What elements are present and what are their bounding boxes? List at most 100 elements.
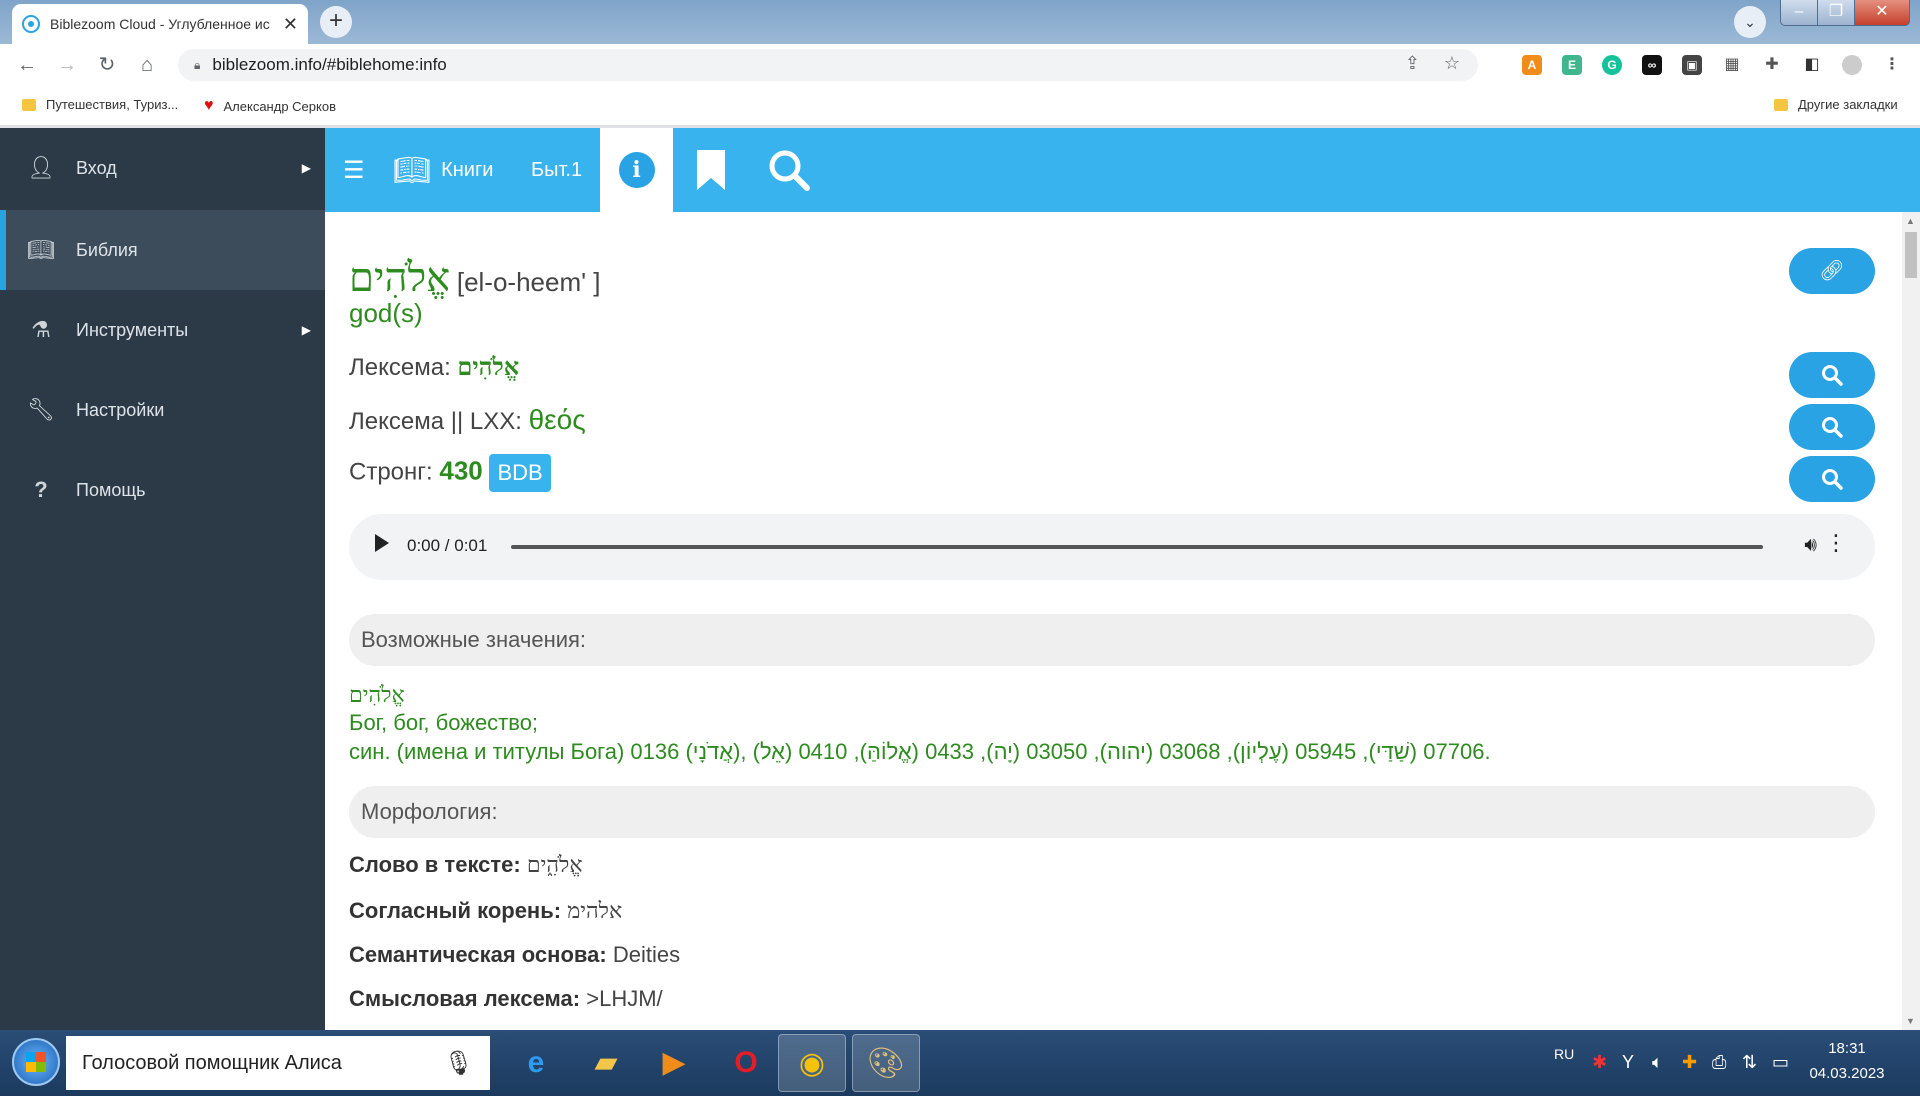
- hamburger-menu-icon[interactable]: ☰: [343, 128, 365, 212]
- sidebar-item-login[interactable]: 👤︎ Вход ▶: [0, 128, 325, 208]
- meaning-definition: Бог, бог, божество;: [349, 710, 539, 735]
- scroll-up-arrow-icon[interactable]: ▲: [1906, 216, 1915, 226]
- address-bar[interactable]: 🔒︎ biblezoom.info/#biblehome:info ⇪ ☆: [178, 49, 1478, 81]
- browser-tab[interactable]: Biblezoom Cloud - Углубленное ис ✕: [12, 4, 308, 44]
- strong-number[interactable]: 430: [439, 455, 482, 485]
- scrollbar-thumb[interactable]: [1905, 232, 1917, 278]
- internet-explorer-icon[interactable]: e: [502, 1034, 570, 1092]
- home-icon[interactable]: ⌂: [135, 53, 159, 77]
- extensions-puzzle-icon[interactable]: ✚: [1762, 55, 1782, 75]
- info-icon: i: [618, 152, 655, 188]
- windows-logo-icon: [26, 1052, 46, 1072]
- browser-menu-icon[interactable]: ⋮: [1882, 55, 1902, 75]
- bookmark-serkov[interactable]: ♥ Александр Серков: [204, 97, 336, 115]
- flask-icon: ⚗: [31, 317, 51, 342]
- chrome-icon[interactable]: ◉: [778, 1034, 846, 1092]
- forward-icon[interactable]: →: [55, 53, 79, 77]
- bookmark-travel[interactable]: Путешествия, Туриз...: [22, 97, 178, 112]
- window-minimize-button[interactable]: –: [1780, 0, 1818, 26]
- search-icon: [769, 150, 810, 191]
- morph-label: Слово в тексте:: [349, 852, 521, 877]
- close-tab-icon[interactable]: ✕: [283, 14, 298, 35]
- sidebar-item-bible[interactable]: 📖︎ Библия: [0, 210, 325, 290]
- copy-link-button[interactable]: 🔗︎: [1789, 248, 1875, 294]
- bookmark-button[interactable]: [695, 128, 727, 212]
- morph-value: אלהימ: [567, 899, 623, 924]
- bookmark-label: Путешествия, Туриз...: [46, 97, 179, 112]
- tray-notify-icon[interactable]: ✚: [1682, 1052, 1697, 1073]
- word-header: אֱלֹהִים [el-o-heem' ]: [349, 254, 601, 301]
- folder-icon: [22, 98, 36, 111]
- media-player-icon[interactable]: ▶: [640, 1034, 708, 1092]
- chapter-button[interactable]: Быт.1: [531, 128, 582, 212]
- sidebar-item-settings[interactable]: 🔧︎ Настройки: [0, 370, 325, 450]
- chapter-label: Быт.1: [531, 158, 583, 181]
- tab-search-button[interactable]: ⌄: [1734, 6, 1766, 38]
- tab-info[interactable]: i: [600, 128, 673, 212]
- yandex-icon[interactable]: Y: [1622, 1052, 1634, 1073]
- url-text: biblezoom.info/#biblehome:info: [212, 55, 447, 74]
- transliteration: [el-o-heem' ]: [456, 267, 601, 297]
- side-panel-icon[interactable]: ◧: [1802, 55, 1822, 75]
- profile-avatar[interactable]: [1842, 55, 1862, 75]
- assistant-label: Голосовой помощник Алиса: [82, 1051, 342, 1074]
- sidebar-item-help[interactable]: ? Помощь: [0, 450, 325, 530]
- bdb-button[interactable]: BDB: [489, 454, 551, 492]
- new-tab-button[interactable]: +: [320, 6, 352, 38]
- audio-player: 0:00 / 0:01 🔊︎ ⋮: [349, 514, 1875, 580]
- word-gloss: god(s): [349, 298, 423, 328]
- extension-grammarly-icon[interactable]: G: [1602, 55, 1622, 75]
- share-icon[interactable]: ⇪: [1405, 53, 1420, 74]
- reload-icon[interactable]: ↻: [95, 53, 119, 77]
- clock[interactable]: 18:31 04.03.2023: [1792, 1036, 1902, 1086]
- search-button[interactable]: [767, 128, 811, 212]
- sidebar: 👤︎ Вход ▶ 📖︎ Библия ⚗ Инструменты ▶ 🔧︎ Н…: [0, 128, 325, 1030]
- paint-icon[interactable]: 🎨︎: [852, 1034, 920, 1092]
- search-icon: [1822, 365, 1843, 386]
- extension-grid-icon[interactable]: ▦: [1722, 55, 1742, 75]
- lxx-search-button[interactable]: [1789, 404, 1875, 450]
- volume-icon[interactable]: 🔊︎: [1804, 534, 1817, 557]
- extension-glasses-icon[interactable]: ∞: [1642, 55, 1662, 75]
- sidebar-item-label: Библия: [76, 239, 138, 260]
- sidebar-item-label: Настройки: [76, 399, 165, 420]
- file-explorer-icon[interactable]: ▰: [572, 1034, 640, 1092]
- back-icon[interactable]: ←: [15, 53, 39, 77]
- morph-row: Согласный корень: אלהימ: [349, 898, 622, 924]
- heart-icon: ♥: [204, 97, 214, 114]
- other-bookmarks-label: Другие закладки: [1798, 97, 1898, 112]
- microphone-icon[interactable]: 🎙︎: [444, 1049, 474, 1078]
- lexeme-search-button[interactable]: [1789, 352, 1875, 398]
- scroll-down-arrow-icon[interactable]: ▼: [1906, 1016, 1915, 1026]
- language-indicator[interactable]: RU: [1554, 1046, 1574, 1062]
- morph-label: Смысловая лексема:: [349, 986, 581, 1011]
- sidebar-item-label: Инструменты: [76, 319, 189, 340]
- window-maximize-button[interactable]: ❐: [1817, 0, 1855, 26]
- tab-title: Biblezoom Cloud - Углубленное ис: [50, 16, 270, 32]
- more-options-icon[interactable]: ⋮: [1825, 530, 1847, 556]
- strong-search-button[interactable]: [1789, 456, 1875, 502]
- opera-icon[interactable]: O: [712, 1034, 780, 1092]
- extension-a-icon[interactable]: A: [1522, 55, 1542, 75]
- extension-film-icon[interactable]: ▣: [1682, 55, 1702, 75]
- printer-icon[interactable]: ⎙: [1712, 1052, 1726, 1073]
- app-topbar: ☰ 📖︎ Книги Быт.1 i: [325, 128, 1920, 212]
- books-button[interactable]: 📖︎ Книги: [393, 128, 493, 212]
- lexeme-label: Лексема:: [349, 354, 451, 381]
- window-close-button[interactable]: ✕: [1854, 0, 1910, 26]
- play-icon[interactable]: [375, 534, 389, 552]
- other-bookmarks[interactable]: Другие закладки: [1774, 97, 1898, 112]
- audio-progress-track[interactable]: [511, 545, 1763, 549]
- display-icon[interactable]: ▭: [1772, 1052, 1789, 1073]
- meaning-hebrew: אֱלֹהִים: [349, 683, 405, 708]
- lock-icon[interactable]: 🔒︎: [194, 58, 200, 73]
- bookmark-star-icon[interactable]: ☆: [1444, 53, 1460, 74]
- volume-tray-icon[interactable]: 🔈︎: [1652, 1052, 1663, 1073]
- network-icon[interactable]: ⇅: [1742, 1052, 1757, 1073]
- content-scrollbar[interactable]: ▲ ▼: [1902, 212, 1920, 1030]
- extension-evernote-icon[interactable]: E: [1562, 55, 1582, 75]
- alice-voice-assistant[interactable]: Голосовой помощник Алиса 🎙︎: [66, 1036, 490, 1090]
- tray-app-icon[interactable]: ✱: [1592, 1052, 1607, 1073]
- sidebar-item-tools[interactable]: ⚗ Инструменты ▶: [0, 290, 325, 370]
- start-button[interactable]: [12, 1038, 60, 1086]
